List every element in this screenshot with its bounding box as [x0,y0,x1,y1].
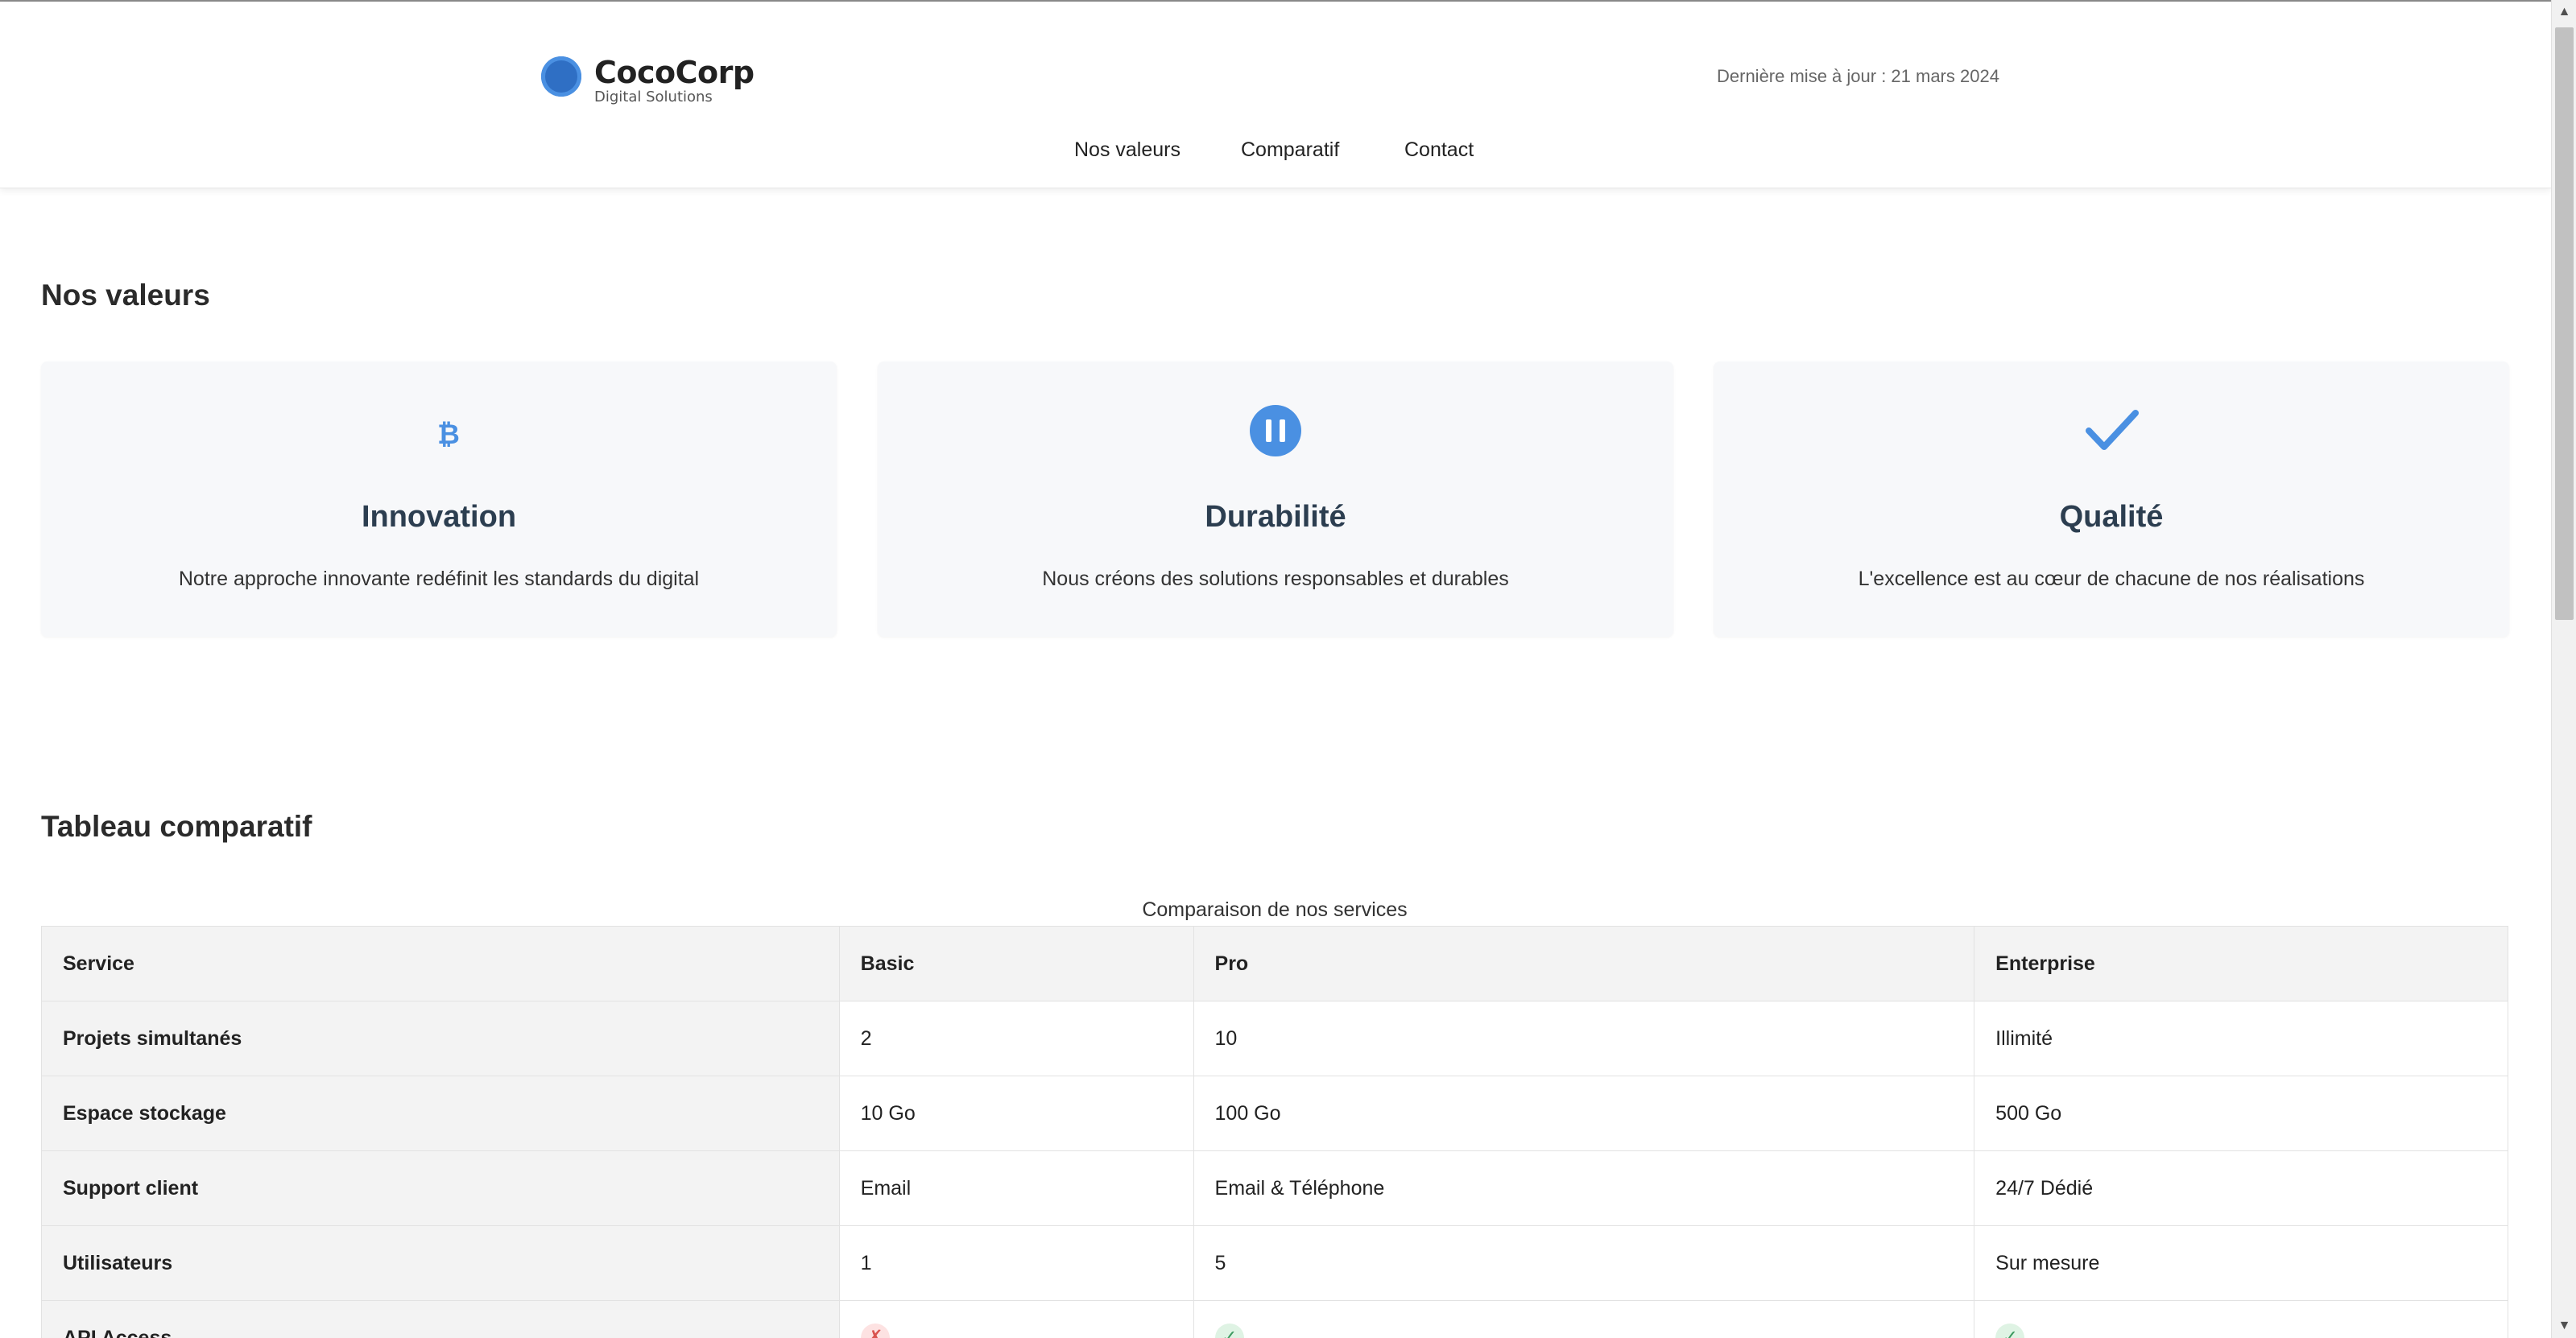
row-label: Espace stockage [41,1076,840,1151]
value-card-title: Qualité [2059,500,2164,534]
row-label: API Access [41,1300,840,1338]
table-caption: Comparaison de nos services [1142,898,1408,921]
last-updated-text: Dernière mise à jour : 21 mars 2024 [1717,66,1999,86]
table-cell: 5 [1193,1225,1975,1301]
scroll-down-icon[interactable]: ▼ [2552,1314,2576,1338]
check-icon: ✓ [1995,1324,2025,1338]
table-cell: ✓ [1974,1300,2508,1338]
table-cell: Illimité [1974,1001,2508,1076]
table-cell: Email & Téléphone [1193,1150,1975,1226]
column-header-pro: Pro [1193,926,1975,1001]
table-row: Projets simultanés 2 10 Illimité [41,1001,2508,1076]
value-card-title: Innovation [361,500,517,534]
cross-icon: ✗ [860,1324,890,1338]
column-header-service: Service [41,926,840,1001]
table-cell: Email [838,1150,1194,1226]
values-heading: Nos valeurs [41,279,210,312]
scrollbar-thumb[interactable] [2555,27,2574,620]
comparison-table: Service Basic Pro Enterprise Projets sim… [41,926,2508,1338]
table-row: Support client Email Email & Téléphone 2… [41,1150,2508,1226]
bitcoin-icon: ₿ [41,403,837,460]
table-cell: 500 Go [1974,1076,2508,1151]
row-label: Support client [41,1150,840,1226]
check-icon: ✓ [1214,1324,1244,1338]
page: CocoCorp Digital Solutions Dernière mise… [0,0,2551,1338]
table-cell: ✗ [838,1300,1194,1338]
brand-logo[interactable]: CocoCorp Digital Solutions [541,55,831,111]
table-cell: 1 [838,1225,1194,1301]
comparison-heading: Tableau comparatif [41,810,312,843]
brand-tagline: Digital Solutions [594,89,713,105]
column-header-basic: Basic [838,926,1194,1001]
table-cell: ✓ [1193,1300,1975,1338]
table-cell: 10 [1193,1001,1975,1076]
value-card-title: Durabilité [1205,500,1346,534]
vertical-scrollbar[interactable]: ▲ ▼ [2551,0,2576,1338]
site-header: CocoCorp Digital Solutions Dernière mise… [0,2,2551,188]
table-cell: 2 [838,1001,1194,1076]
nav-link-valeurs[interactable]: Nos valeurs [1074,138,1180,162]
circle-logo-icon [541,56,581,97]
value-card-text: Nous créons des solutions responsables e… [1042,568,1509,590]
value-card-qualite: Qualité L'excellence est au cœur de chac… [1714,361,2509,637]
nav-link-comparatif[interactable]: Comparatif [1241,138,1339,162]
table-cell: 100 Go [1193,1076,1975,1151]
value-card-durabilite: Durabilité Nous créons des solutions res… [878,361,1673,637]
row-label: Utilisateurs [41,1225,840,1301]
table-cell: 24/7 Dédié [1974,1150,2508,1226]
table-row: Espace stockage 10 Go 100 Go 500 Go [41,1076,2508,1151]
svg-text:₿: ₿ [437,419,460,451]
table-cell: 10 Go [838,1076,1194,1151]
value-card-innovation: ₿ Innovation Notre approche innovante re… [41,361,837,637]
nav-link-contact[interactable]: Contact [1404,138,1474,162]
column-header-enterprise: Enterprise [1974,926,2508,1001]
table-header-row: Service Basic Pro Enterprise [41,926,2508,1001]
pause-circle-icon [878,403,1673,460]
table-cell: Sur mesure [1974,1225,2508,1301]
table-row: API Access ✗ ✓ ✓ [41,1300,2508,1338]
checkmark-icon [1714,403,2509,460]
main-nav: Nos valeurs Comparatif Contact [0,138,2551,171]
brand-name: CocoCorp [594,55,755,90]
scroll-up-icon[interactable]: ▲ [2552,0,2576,24]
row-label: Projets simultanés [41,1001,840,1076]
table-row: Utilisateurs 1 5 Sur mesure [41,1225,2508,1301]
value-card-text: Notre approche innovante redéfinit les s… [178,568,700,590]
value-card-text: L'excellence est au cœur de chacune de n… [1858,568,2365,590]
